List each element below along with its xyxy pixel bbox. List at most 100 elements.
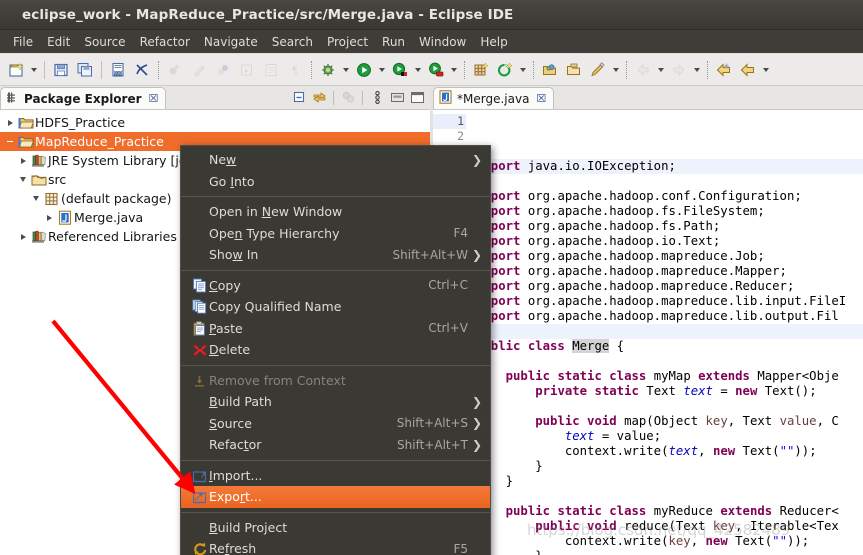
tree-twisty[interactable] xyxy=(29,196,43,201)
new-java-class-icon[interactable] xyxy=(469,58,493,82)
forward-navigation-icon[interactable] xyxy=(736,58,760,82)
menu-window[interactable]: Window xyxy=(412,33,473,51)
open-task-icon[interactable] xyxy=(562,58,586,82)
run-as-server-icon[interactable] xyxy=(424,58,448,82)
tree-item-label: HDFS_Practice xyxy=(35,115,126,130)
context-menu-item-copy-qualified-name[interactable]: Copy Qualified Name xyxy=(181,296,490,318)
code-line: context.write(text, new Text("")); xyxy=(476,444,817,458)
chevron-down-icon[interactable] xyxy=(517,58,529,82)
close-icon[interactable]: ☒ xyxy=(536,92,546,105)
context-menu-item-delete[interactable]: Delete xyxy=(181,339,490,361)
code-line: } xyxy=(476,549,863,555)
context-menu-item-go-into[interactable]: Go Into xyxy=(181,171,490,193)
focus-on-active-task-icon[interactable] xyxy=(339,89,357,107)
menu-refactor[interactable]: Refactor xyxy=(133,33,197,51)
submenu-chevron-icon[interactable]: ❯ xyxy=(468,438,482,452)
tree-twisty[interactable] xyxy=(16,177,30,182)
tree-item-hdfs-practice[interactable]: HDFS_Practice xyxy=(0,113,430,132)
context-menu-item-import[interactable]: Import... xyxy=(181,465,490,487)
link-break-icon[interactable] xyxy=(130,58,154,82)
menu-search[interactable]: Search xyxy=(265,33,320,51)
submenu-chevron-icon[interactable]: ❯ xyxy=(468,248,482,262)
source-code[interactable]: import java.io.IOException; import org.a… xyxy=(467,111,863,555)
maximize-view-icon[interactable] xyxy=(408,89,426,107)
link-with-editor-icon[interactable] xyxy=(310,89,328,107)
toolbar-separator xyxy=(626,60,627,79)
context-menu-item-source[interactable]: Source Shift+Alt+S ❯ xyxy=(181,413,490,435)
tree-twisty[interactable] xyxy=(16,233,30,240)
menu-edit[interactable]: Edit xyxy=(40,33,77,51)
context-menu-item-show-in[interactable]: Show In Shift+Alt+W ❯ xyxy=(181,244,490,266)
menu-navigate[interactable]: Navigate xyxy=(197,33,265,51)
view-toolbar xyxy=(290,86,430,109)
debug-icon[interactable] xyxy=(316,58,340,82)
submenu-chevron-icon[interactable]: ❯ xyxy=(468,395,482,409)
tab-merge-java-label: *Merge.java xyxy=(457,91,530,106)
context-menu-item-build-project[interactable]: Build Project xyxy=(181,517,490,539)
new-java-file-icon[interactable]: 010 xyxy=(106,58,130,82)
open-type-icon[interactable] xyxy=(538,58,562,82)
run-coverage-icon[interactable] xyxy=(388,58,412,82)
chevron-down-icon[interactable] xyxy=(760,58,772,82)
menu-file[interactable]: File xyxy=(6,33,40,51)
chevron-down-icon[interactable] xyxy=(412,58,424,82)
save-all-icon[interactable] xyxy=(73,58,97,82)
back-navigation-icon[interactable] xyxy=(712,58,736,82)
tree-twisty[interactable] xyxy=(42,214,56,221)
context-menu-item-label: Import... xyxy=(209,467,263,483)
chevron-down-icon[interactable] xyxy=(340,58,352,82)
context-menu-item-open-in-new-window[interactable]: Open in New Window xyxy=(181,201,490,223)
context-menu-item-new[interactable]: New ❯ xyxy=(181,149,490,171)
view-menu-icon[interactable] xyxy=(368,89,386,107)
tab-package-explorer[interactable]: Package Explorer ☒ xyxy=(0,87,167,109)
menu-project[interactable]: Project xyxy=(320,33,375,51)
toolbar-separator xyxy=(158,60,159,79)
submenu-chevron-icon[interactable]: ❯ xyxy=(468,153,482,167)
coverage-icon xyxy=(211,58,235,82)
chevron-down-icon[interactable] xyxy=(610,58,622,82)
tab-merge-java[interactable]: *Merge.java ☒ xyxy=(433,87,555,109)
code-line: public class Merge { xyxy=(476,339,625,353)
new-annotation-icon[interactable] xyxy=(493,58,517,82)
context-menu-item-paste[interactable]: Paste Ctrl+V xyxy=(181,318,490,340)
run-icon[interactable] xyxy=(352,58,376,82)
menu-help[interactable]: Help xyxy=(473,33,514,51)
menu-separator xyxy=(181,269,490,271)
chevron-down-icon[interactable] xyxy=(691,58,703,82)
context-menu-item-build-path[interactable]: Build Path ❯ xyxy=(181,391,490,413)
chevron-down-icon[interactable] xyxy=(655,58,667,82)
context-menu-item-copy[interactable]: Copy Ctrl+C xyxy=(181,275,490,297)
chevron-down-icon[interactable] xyxy=(28,58,40,82)
close-icon[interactable]: ☒ xyxy=(149,92,159,105)
minimize-view-icon[interactable] xyxy=(388,89,406,107)
search-pen-icon[interactable] xyxy=(586,58,610,82)
collapse-all-icon[interactable] xyxy=(290,89,308,107)
context-menu-item-refresh[interactable]: Refresh F5 xyxy=(181,538,490,555)
context-menu-item-label: Refactor xyxy=(209,437,262,453)
menu-source[interactable]: Source xyxy=(77,33,132,51)
save-icon[interactable] xyxy=(49,58,73,82)
context-menu-item-export[interactable]: Export... xyxy=(181,486,490,508)
export-icon xyxy=(189,489,209,504)
new-wizard-icon[interactable] xyxy=(4,58,28,82)
next-annotation-icon xyxy=(667,58,691,82)
chevron-down-icon[interactable] xyxy=(376,58,388,82)
keyboard-shortcut: Ctrl+C xyxy=(428,278,468,293)
tree-twisty[interactable] xyxy=(16,157,30,164)
menu-separator xyxy=(181,459,490,461)
chevron-down-icon[interactable] xyxy=(448,58,460,82)
context-menu-item-open-type-hierarchy[interactable]: Open Type Hierarchy F4 xyxy=(181,223,490,245)
menu-run[interactable]: Run xyxy=(375,33,412,51)
context-menu-item-label: Copy Qualified Name xyxy=(209,299,342,315)
context-menu-item-refactor[interactable]: Refactor Shift+Alt+T ❯ xyxy=(181,434,490,456)
context-menu-item-remove-from-context: Remove from Context xyxy=(181,370,490,392)
code-line: import org.apache.hadoop.io.Text; xyxy=(476,234,721,248)
tree-twisty[interactable] xyxy=(3,140,17,143)
tree-twisty[interactable] xyxy=(3,119,17,126)
submenu-chevron-icon[interactable]: ❯ xyxy=(468,416,482,430)
code-editor[interactable]: 1234567891011121314151617181920212223242… xyxy=(433,111,863,555)
delete-icon xyxy=(189,342,209,357)
code-line: text = value; xyxy=(564,429,662,443)
context-menu[interactable]: New ❯ Go Into Open in New Window Open Type H… xyxy=(180,145,491,555)
